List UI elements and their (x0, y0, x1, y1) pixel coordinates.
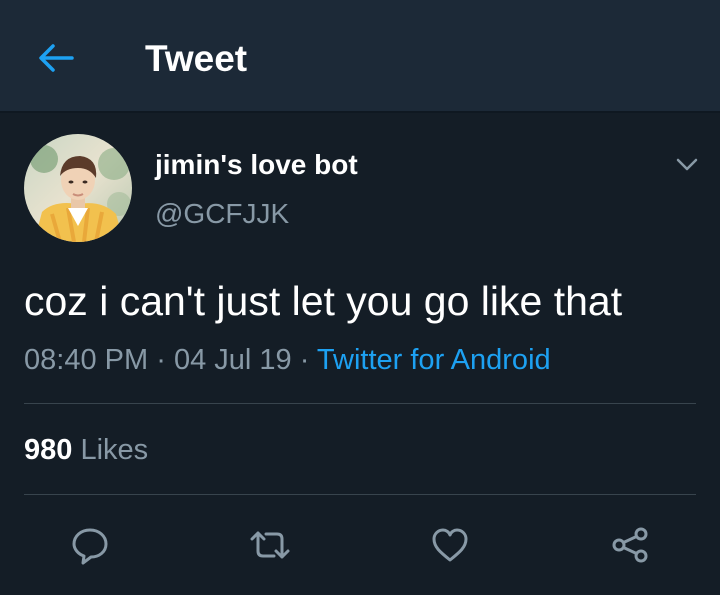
divider (24, 494, 696, 495)
tweet-menu-button[interactable] (672, 150, 702, 180)
back-button[interactable] (36, 38, 76, 78)
retweet-icon (250, 531, 290, 559)
tweet-text: coz i can't just let you go like that (24, 278, 623, 324)
author-display-name[interactable]: jimin's love bot (155, 148, 358, 182)
likes-count: 980 (24, 434, 73, 466)
tweet-source-link[interactable]: Twitter for Android (317, 344, 551, 376)
share-button[interactable] (608, 523, 652, 567)
chevron-down-icon (676, 158, 698, 171)
action-bar (0, 515, 720, 575)
avatar-image (24, 134, 132, 242)
meta-separator: · (156, 344, 166, 376)
reply-button[interactable] (68, 523, 112, 567)
meta-separator: · (299, 344, 310, 376)
likes-stat[interactable]: 980 Likes (24, 433, 148, 467)
tweet-date: 04 Jul 19 (173, 344, 292, 376)
top-app-bar: Tweet (0, 0, 720, 113)
share-icon (612, 527, 648, 563)
reply-icon (72, 528, 108, 565)
likes-label: Likes (80, 434, 149, 466)
retweet-button[interactable] (248, 523, 292, 567)
author-handle[interactable]: @GCFJJK (155, 197, 289, 231)
avatar[interactable] (24, 134, 132, 242)
divider (24, 403, 696, 404)
tweet-meta: 08:40 PM · 04 Jul 19 · Twitter for Andro… (24, 343, 551, 377)
arrow-left-icon (39, 44, 74, 72)
heart-icon (432, 528, 468, 562)
like-button[interactable] (428, 523, 472, 567)
tweet-time: 08:40 PM (24, 344, 149, 376)
page-title: Tweet (145, 38, 248, 79)
tweet-detail-screen: Tweet jimin's love bot @GCFJJK coz i can… (0, 0, 720, 595)
